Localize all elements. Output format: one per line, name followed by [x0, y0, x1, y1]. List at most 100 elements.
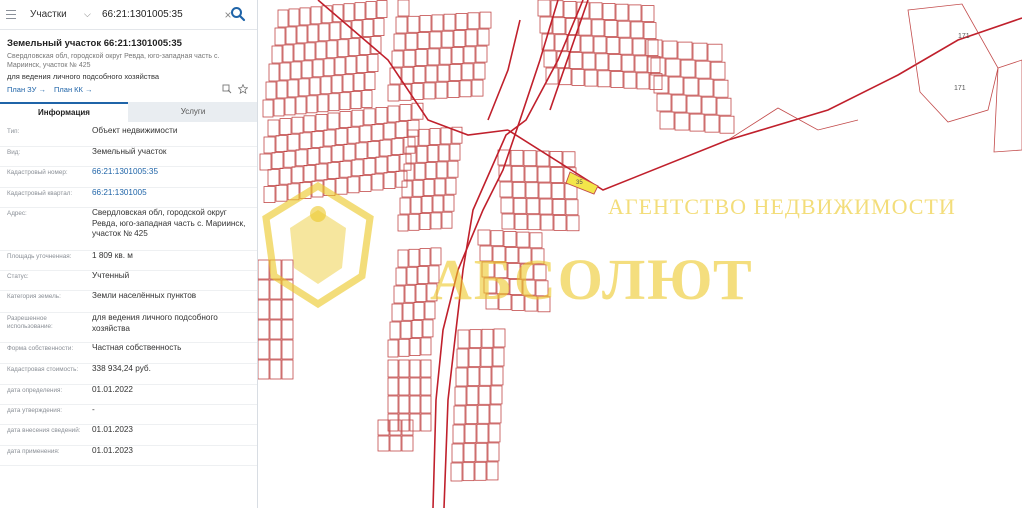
land-plot — [480, 347, 493, 367]
land-plot — [276, 80, 288, 99]
land-plot — [279, 62, 291, 81]
detail-label: Форма собственности: — [7, 345, 74, 352]
road-line — [507, 17, 1022, 191]
land-plot — [365, 1, 377, 20]
land-plot — [398, 338, 410, 357]
detail-label: Кадастровый номер: — [7, 169, 68, 176]
tab-info[interactable]: Информация — [0, 102, 128, 122]
land-plot — [258, 299, 270, 320]
land-plot — [315, 41, 327, 60]
land-plot — [662, 40, 678, 59]
land-plot — [593, 36, 607, 54]
detail-label: Кадастровый квартал: — [7, 190, 73, 197]
land-plot — [420, 395, 432, 414]
detail-row: Кадастровая стоимость: 338 934,24 руб. — [0, 364, 257, 385]
land-plot — [524, 166, 538, 183]
land-plot — [377, 435, 390, 452]
land-plot — [428, 265, 440, 284]
land-plot — [511, 294, 525, 311]
land-plot — [281, 339, 294, 360]
land-plot — [307, 24, 319, 43]
land-plot — [263, 136, 276, 154]
land-plot — [425, 65, 438, 83]
land-plot — [606, 37, 620, 54]
land-plot — [329, 22, 341, 41]
land-plot — [291, 166, 304, 184]
land-plot — [375, 107, 388, 124]
map-canvas[interactable]: 35 171 171 — [258, 0, 1022, 508]
land-plot — [407, 119, 420, 137]
favorite-star-icon[interactable] — [238, 84, 248, 94]
land-plot — [409, 395, 421, 414]
tab-services[interactable]: Услуги — [128, 102, 257, 122]
land-plot — [680, 59, 696, 78]
zoom-to-object-icon[interactable] — [222, 84, 232, 94]
land-plot — [656, 93, 672, 112]
plan-zu-link[interactable]: План ЗУ → — [7, 85, 46, 94]
land-plot — [323, 179, 336, 197]
detail-row: дата определения: 01.01.2022 — [0, 385, 257, 405]
land-plot — [339, 160, 352, 178]
detail-value: Частная собственность — [92, 343, 182, 352]
detail-value[interactable]: 66:21:1301005 — [92, 188, 252, 199]
land-plot — [608, 54, 622, 71]
land-plot — [467, 12, 480, 30]
layer-select[interactable]: Участки — [22, 9, 84, 20]
land-plot — [494, 262, 508, 279]
plan-kk-link[interactable]: План КК → — [54, 85, 93, 94]
land-plot — [397, 214, 409, 232]
land-plot — [553, 214, 567, 231]
chevron-down-icon[interactable]: ⌵ — [84, 9, 96, 20]
land-plot — [677, 41, 693, 60]
detail-row: дата утверждения: - — [0, 405, 257, 425]
detail-value: Земельный участок — [92, 147, 167, 156]
detail-label: Разрешенное использование: — [7, 315, 53, 330]
detail-value: Свердловская обл, городской округ Ревда,… — [92, 208, 246, 238]
land-plot — [520, 263, 534, 280]
selected-plot-label: 35 — [576, 180, 583, 186]
land-plot — [536, 150, 550, 167]
land-plot — [399, 104, 412, 121]
land-plot — [490, 385, 503, 405]
cadastral-map[interactable]: 35 171 171 АГЕНТСТВО НЕДВИЖИМОСТИ АБСОЛЮ… — [258, 0, 1022, 508]
land-plot — [395, 170, 408, 188]
land-plot — [595, 53, 609, 71]
land-plot — [537, 296, 551, 313]
land-plot — [441, 30, 454, 48]
land-plot — [269, 339, 282, 360]
detail-value[interactable]: 66:21:1301005:35 — [92, 167, 252, 178]
land-plot — [449, 143, 461, 161]
land-plot — [398, 413, 410, 432]
land-plot — [299, 181, 312, 199]
land-plot — [481, 261, 495, 278]
menu-icon[interactable] — [0, 0, 22, 30]
land-plot — [437, 64, 450, 82]
detail-row: Категория земель: Земли населённых пункто… — [0, 291, 257, 313]
land-plot — [291, 116, 304, 134]
land-plot — [491, 366, 504, 386]
land-plot — [454, 386, 467, 406]
land-plot — [479, 245, 493, 262]
land-plot — [420, 337, 432, 356]
land-plot — [453, 30, 466, 47]
search-icon[interactable] — [228, 4, 248, 24]
land-plot — [647, 39, 663, 58]
land-plot — [628, 4, 642, 22]
land-plot — [449, 64, 462, 81]
land-plot — [401, 419, 414, 436]
land-plot — [464, 424, 477, 444]
land-plot — [563, 0, 577, 18]
land-plot — [351, 20, 363, 39]
land-plot — [370, 36, 382, 54]
land-plot — [391, 138, 404, 156]
land-plot — [653, 75, 669, 94]
land-plot — [371, 124, 384, 141]
land-plot — [407, 129, 419, 147]
land-plot — [401, 435, 414, 452]
detail-label: дата внесения сведений: — [7, 427, 81, 434]
search-input[interactable] — [96, 3, 221, 26]
land-plot — [326, 40, 338, 59]
land-plot — [387, 105, 400, 123]
land-plot — [421, 196, 433, 214]
land-plot — [331, 145, 344, 163]
